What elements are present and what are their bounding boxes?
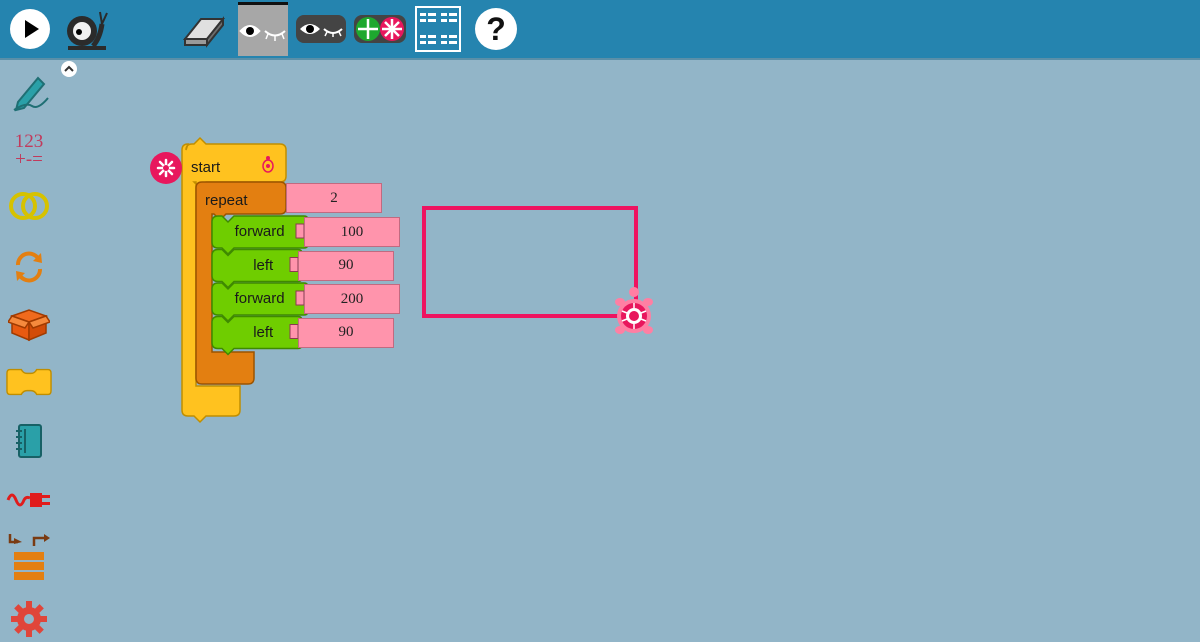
repeat-block-label: repeat bbox=[205, 192, 248, 209]
forward-block-label: forward bbox=[234, 290, 285, 307]
forward-value-input[interactable]: 100 bbox=[304, 217, 400, 247]
forward-value-input[interactable]: 200 bbox=[304, 284, 400, 314]
program-canvas bbox=[150, 136, 653, 424]
turtle-trail bbox=[422, 206, 638, 318]
arg-connector bbox=[295, 290, 305, 306]
forward-block-label: forward bbox=[234, 223, 285, 240]
turtle-sprite bbox=[615, 287, 653, 334]
arg-connector bbox=[289, 324, 299, 339]
left-block-label: left bbox=[253, 323, 274, 341]
left-value-input[interactable]: 90 bbox=[298, 317, 394, 348]
left-block-label: left bbox=[253, 256, 274, 274]
start-block-label: start bbox=[191, 159, 221, 176]
arg-connector bbox=[295, 223, 305, 239]
arg-connector bbox=[289, 257, 299, 272]
repeat-count-input[interactable]: 2 bbox=[286, 183, 382, 213]
stop-turtle-icon[interactable] bbox=[150, 152, 182, 184]
left-value-input[interactable]: 90 bbox=[298, 250, 394, 281]
